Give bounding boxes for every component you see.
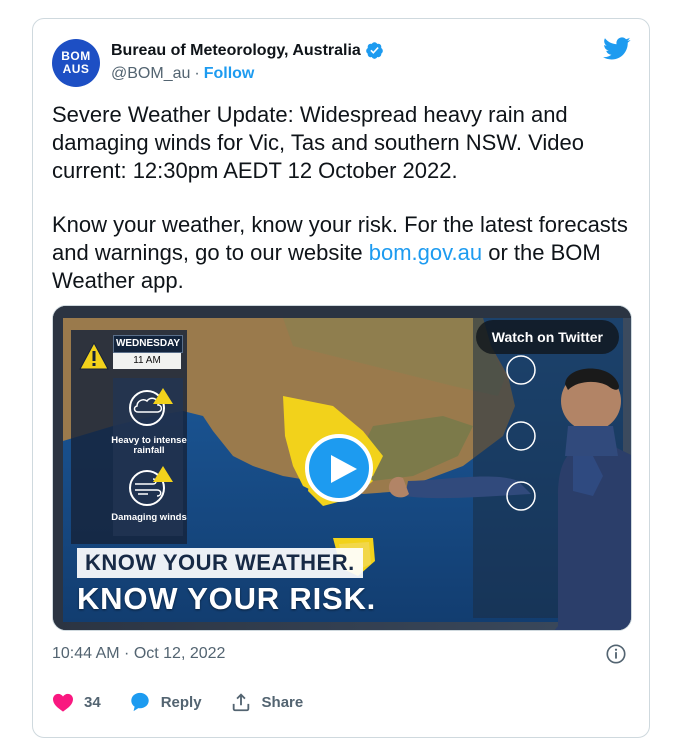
tweet-actions: 34 Reply Share (52, 687, 632, 717)
warning-triangle-icon (79, 342, 109, 370)
forecast-day-label: WEDNESDAY (113, 335, 183, 353)
reply-bubble-icon (130, 692, 149, 712)
website-link[interactable]: bom.gov.au (369, 240, 482, 265)
avatar-text-bottom: AUS (62, 62, 90, 76)
forecast-time-label: 11 AM (113, 353, 181, 369)
heart-icon (53, 693, 73, 712)
verified-badge-icon (365, 42, 383, 59)
tweet-timestamp[interactable]: 10:44 AM · Oct 12, 2022 (52, 645, 225, 663)
separator-dot: · (194, 65, 200, 82)
author-handle-row: @BOM_au · Follow (111, 65, 254, 83)
avatar[interactable]: BOM AUS (52, 39, 100, 87)
play-button[interactable] (305, 434, 373, 502)
video-banner-line-1: KNOW YOUR WEATHER. (77, 548, 363, 578)
author-name[interactable]: Bureau of Meteorology, Australia (111, 42, 361, 60)
share-button[interactable]: Share (230, 691, 304, 713)
twitter-bird-icon[interactable] (603, 37, 631, 61)
tweet-paragraph-2: Know your weather, know your risk. For t… (52, 211, 632, 295)
info-icon[interactable] (605, 643, 627, 665)
share-label: Share (261, 693, 304, 711)
video-player[interactable]: WEDNESDAY 11 AM Heavy to intense rainfal… (52, 305, 632, 631)
like-count: 34 (84, 693, 101, 711)
reply-label: Reply (160, 693, 202, 711)
tweet-text: Severe Weather Update: Widespread heavy … (52, 101, 632, 295)
share-icon (232, 693, 249, 712)
follow-button[interactable]: Follow (204, 65, 255, 82)
watch-on-twitter-button[interactable]: Watch on Twitter (475, 320, 619, 354)
like-button[interactable]: 34 (52, 692, 101, 712)
hazard-winds-label: Damaging winds (111, 512, 187, 523)
play-icon (331, 455, 357, 483)
tweet-paragraph-1: Severe Weather Update: Widespread heavy … (52, 102, 584, 183)
author-handle[interactable]: @BOM_au (111, 65, 190, 82)
author-name-row[interactable]: Bureau of Meteorology, Australia (111, 41, 384, 60)
video-banner-line-2: KNOW YOUR RISK. (77, 581, 377, 616)
reply-button[interactable]: Reply (129, 691, 202, 713)
tweet-card: BOM AUS Bureau of Meteorology, Australia… (32, 18, 650, 738)
hazard-rainfall-label: Heavy to intense rainfall (111, 435, 187, 456)
